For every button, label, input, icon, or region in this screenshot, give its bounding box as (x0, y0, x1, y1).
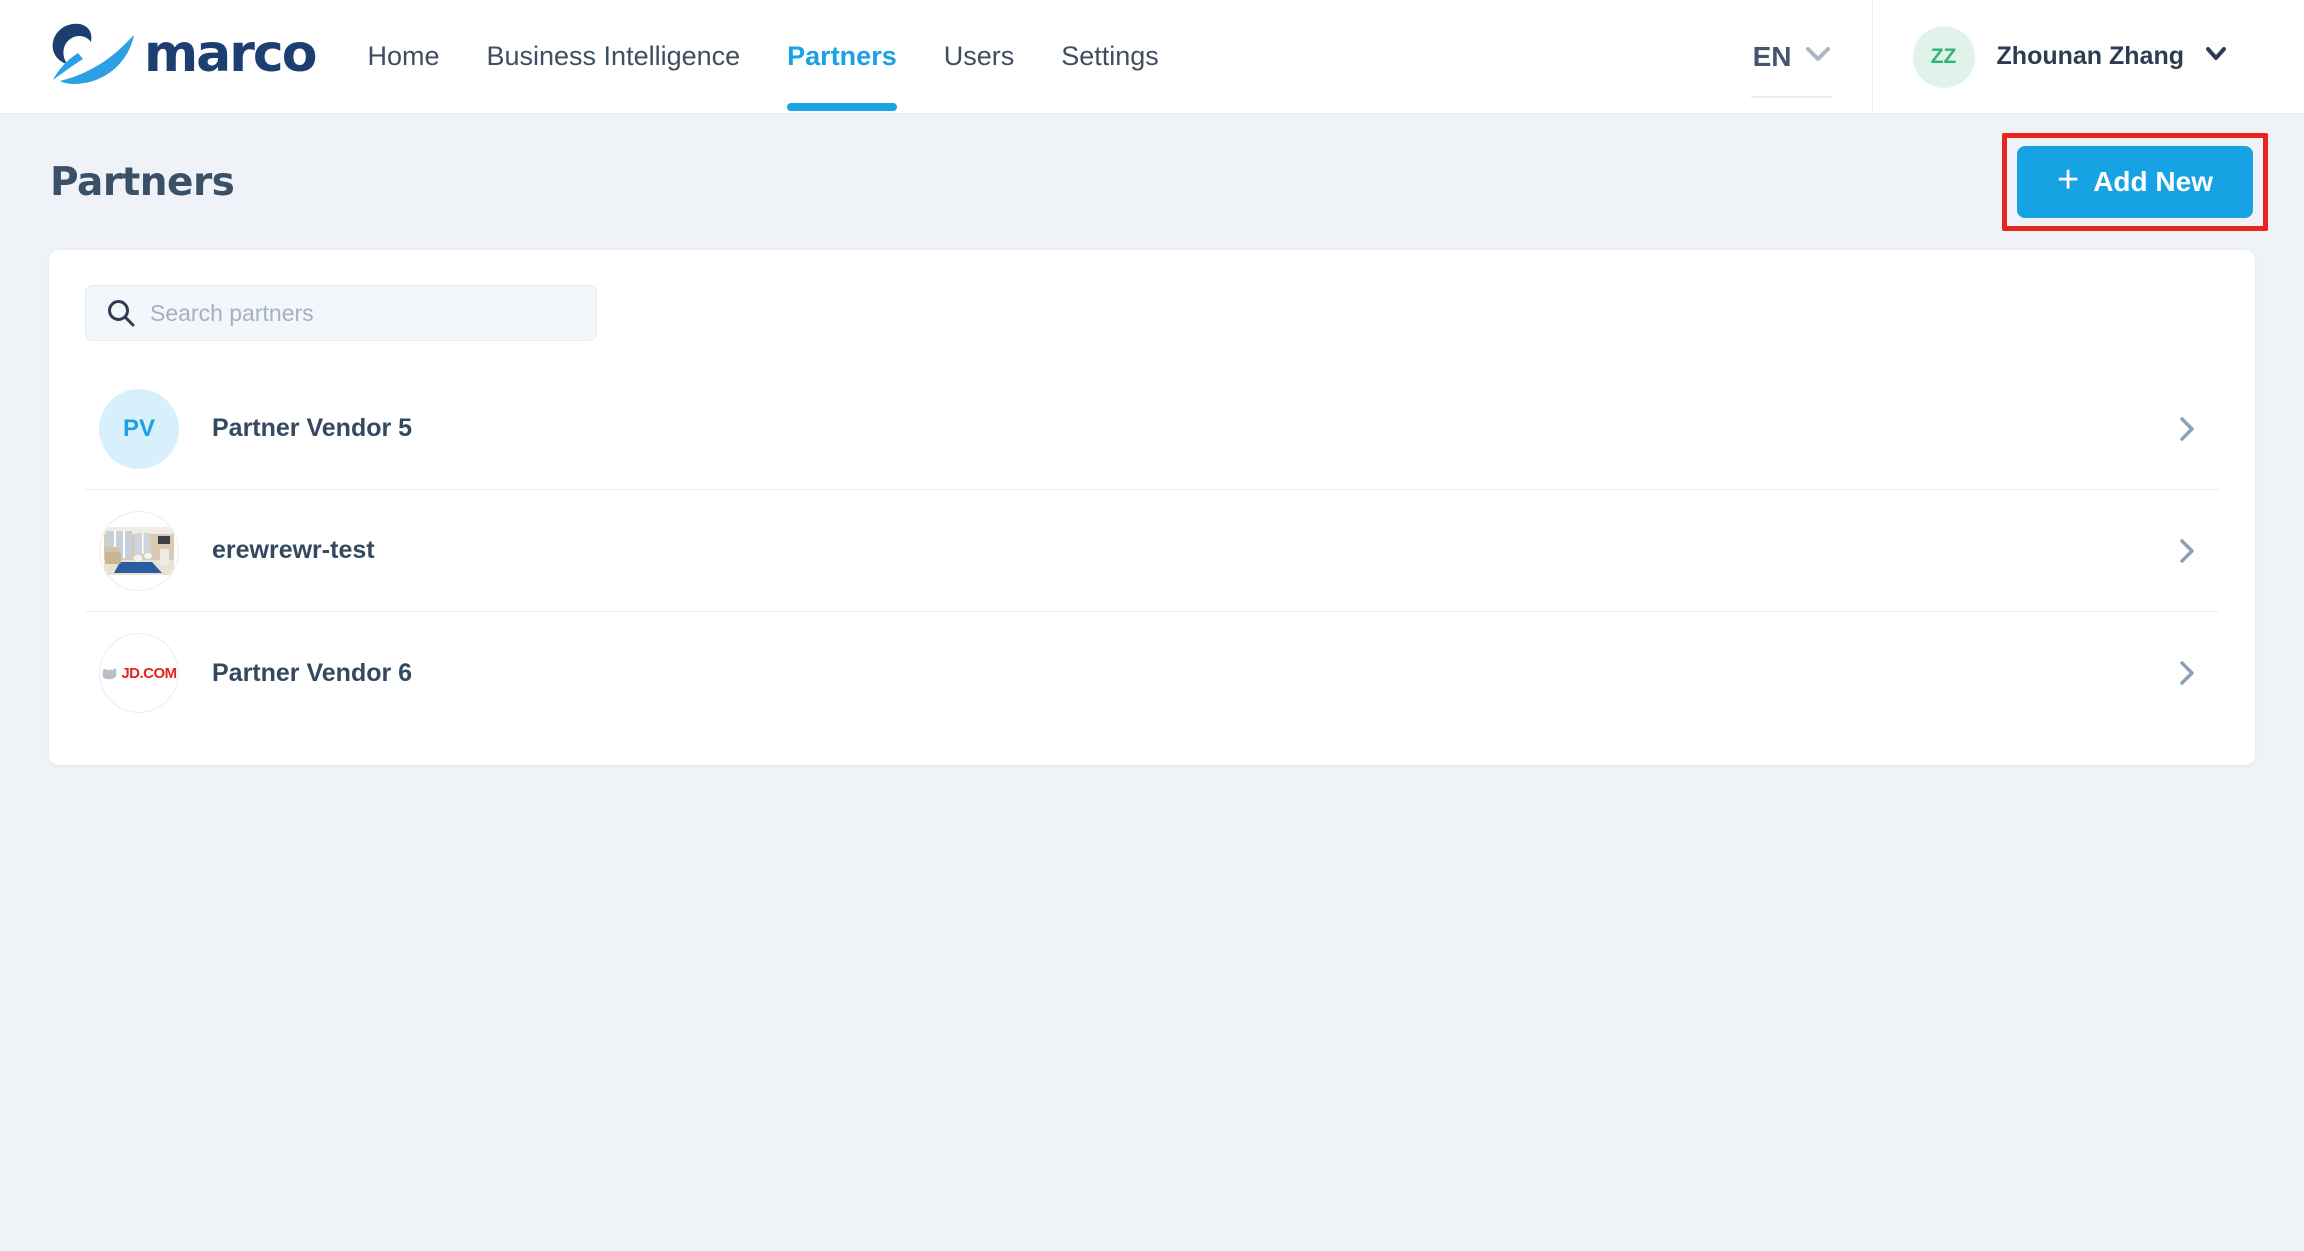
nav-item-business-intelligence[interactable]: Business Intelligence (487, 0, 741, 114)
nav-item-home[interactable]: Home (367, 0, 439, 114)
top-nav-bar: marco Home Business Intelligence Partner… (0, 0, 2304, 114)
jd-logo-text: JD.COM (121, 665, 176, 682)
partner-name: Partner Vendor 6 (212, 659, 412, 688)
user-name: Zhounan Zhang (1997, 42, 2184, 71)
language-selector[interactable]: EN (1753, 41, 1830, 73)
chevron-down-icon (2206, 47, 2226, 66)
brand-wave-icon (50, 21, 136, 92)
nav-item-partners[interactable]: Partners (787, 0, 897, 114)
chevron-down-icon (1806, 47, 1830, 67)
active-tab-underline (787, 103, 897, 111)
search-icon (106, 298, 136, 328)
language-code: EN (1753, 41, 1792, 73)
partners-list: PV Partner Vendor 5 (85, 368, 2219, 734)
partner-avatar-initials: PV (99, 389, 179, 469)
partner-row[interactable]: erewrewr-test (85, 490, 2219, 612)
nav-item-users[interactable]: Users (944, 0, 1015, 114)
annotation-highlight: + Add New (2002, 133, 2268, 231)
brand-logo[interactable]: marco (50, 21, 315, 92)
search-box (85, 285, 597, 341)
jd-dog-mascot-icon (101, 665, 117, 681)
partner-avatar-photo (99, 511, 179, 591)
partner-row[interactable]: PV Partner Vendor 5 (85, 368, 2219, 490)
chevron-right-icon (2179, 538, 2195, 564)
partner-name: erewrewr-test (212, 536, 375, 565)
main-nav: Home Business Intelligence Partners User… (367, 0, 1158, 114)
partners-card: PV Partner Vendor 5 (49, 250, 2255, 765)
app-root: marco Home Business Intelligence Partner… (0, 0, 2304, 1251)
living-room-photo (104, 527, 174, 575)
nav-item-settings[interactable]: Settings (1061, 0, 1159, 114)
brand-name: marco (144, 28, 315, 86)
partner-avatar-logo: JD.COM (99, 633, 179, 713)
partner-name: Partner Vendor 5 (212, 414, 412, 443)
page-head: Partners + Add New (0, 114, 2304, 250)
page-title: Partners (50, 160, 234, 205)
chevron-right-icon (2179, 416, 2195, 442)
chevron-right-icon (2179, 660, 2195, 686)
add-new-button[interactable]: + Add New (2017, 146, 2253, 218)
partner-row[interactable]: JD.COM Partner Vendor 6 (85, 612, 2219, 734)
user-menu[interactable]: ZZ Zhounan Zhang (1913, 26, 2226, 88)
search-input[interactable] (150, 300, 584, 327)
user-avatar: ZZ (1913, 26, 1975, 88)
header-divider (1872, 0, 1873, 114)
header-right: EN ZZ Zhounan Zhang (1753, 0, 2226, 114)
plus-icon: + (2057, 161, 2079, 199)
